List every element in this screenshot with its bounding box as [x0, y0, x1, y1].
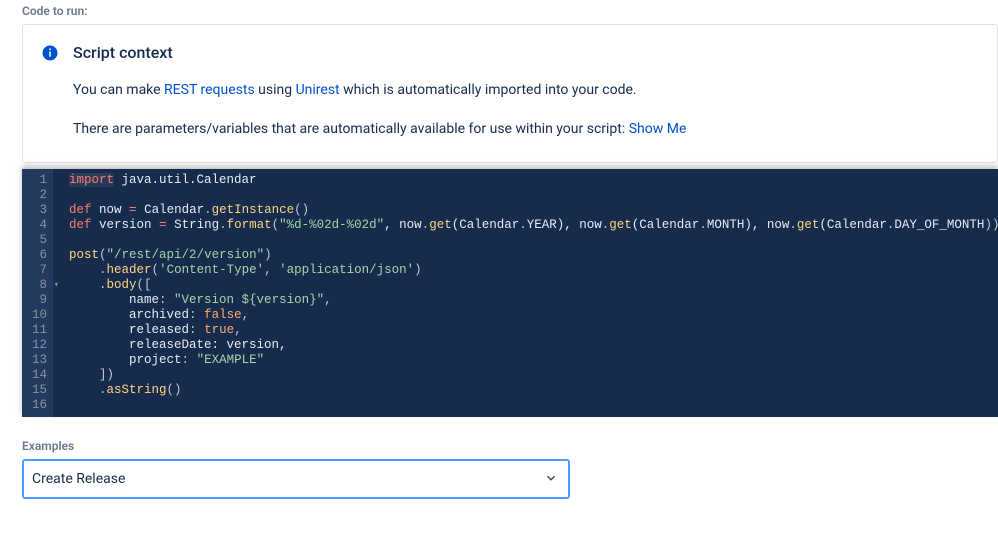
line-number: 13 [32, 353, 47, 368]
chevron-down-icon [544, 470, 558, 489]
info-line-2: There are parameters/variables that are … [73, 119, 979, 140]
line-number: 2 [32, 188, 47, 203]
code-line: name: "Version ${version}", [69, 293, 990, 308]
code-line: def version = String.format("%d-%02d-%02… [69, 218, 990, 233]
line-number: 4 [32, 218, 47, 233]
unirest-link[interactable]: Unirest [296, 82, 340, 98]
code-line [69, 188, 990, 203]
line-number: 3 [32, 203, 47, 218]
show-me-link[interactable]: Show Me [629, 121, 687, 137]
line-number: 1 [32, 173, 47, 188]
line-number: 14 [32, 368, 47, 383]
code-content[interactable]: import java.util.Calendar def now = Cale… [53, 169, 998, 417]
info-header: Script context [41, 43, 979, 62]
line-number: 10 [32, 308, 47, 323]
code-line: ]) [69, 368, 990, 383]
code-line [69, 233, 990, 248]
code-line: import java.util.Calendar [69, 173, 990, 188]
line-number: 11 [32, 323, 47, 338]
rest-requests-link[interactable]: REST requests [164, 82, 255, 98]
code-line: post("/rest/api/2/version") [69, 248, 990, 263]
line-number: 15 [32, 383, 47, 398]
examples-select-value: Create Release [32, 471, 125, 487]
line-number: 16 [32, 398, 47, 413]
code-gutter: 12345678910111213141516 [22, 169, 53, 417]
examples-section: Examples Create Release [22, 439, 998, 499]
info-icon [41, 44, 59, 62]
line-number: 8 [32, 278, 47, 293]
info-line-1: You can make REST requests using Unirest… [73, 80, 979, 101]
code-line [69, 398, 990, 413]
code-line: releaseDate: version, [69, 338, 990, 353]
code-line: project: "EXAMPLE" [69, 353, 990, 368]
code-editor[interactable]: 12345678910111213141516 import java.util… [22, 169, 998, 417]
info-title: Script context [73, 43, 173, 62]
line-number: 12 [32, 338, 47, 353]
line-number: 9 [32, 293, 47, 308]
code-line: .body([ [69, 278, 990, 293]
line-number: 5 [32, 233, 47, 248]
examples-label: Examples [22, 439, 998, 453]
code-section-label: Code to run: [22, 4, 998, 18]
info-body: You can make REST requests using Unirest… [73, 80, 979, 140]
code-line: def now = Calendar.getInstance() [69, 203, 990, 218]
script-context-panel: Script context You can make REST request… [22, 24, 998, 163]
code-line: released: true, [69, 323, 990, 338]
line-number: 6 [32, 248, 47, 263]
line-number: 7 [32, 263, 47, 278]
examples-select[interactable]: Create Release [22, 459, 570, 499]
code-line: .header('Content-Type', 'application/jso… [69, 263, 990, 278]
code-line: .asString() [69, 383, 990, 398]
code-line: archived: false, [69, 308, 990, 323]
